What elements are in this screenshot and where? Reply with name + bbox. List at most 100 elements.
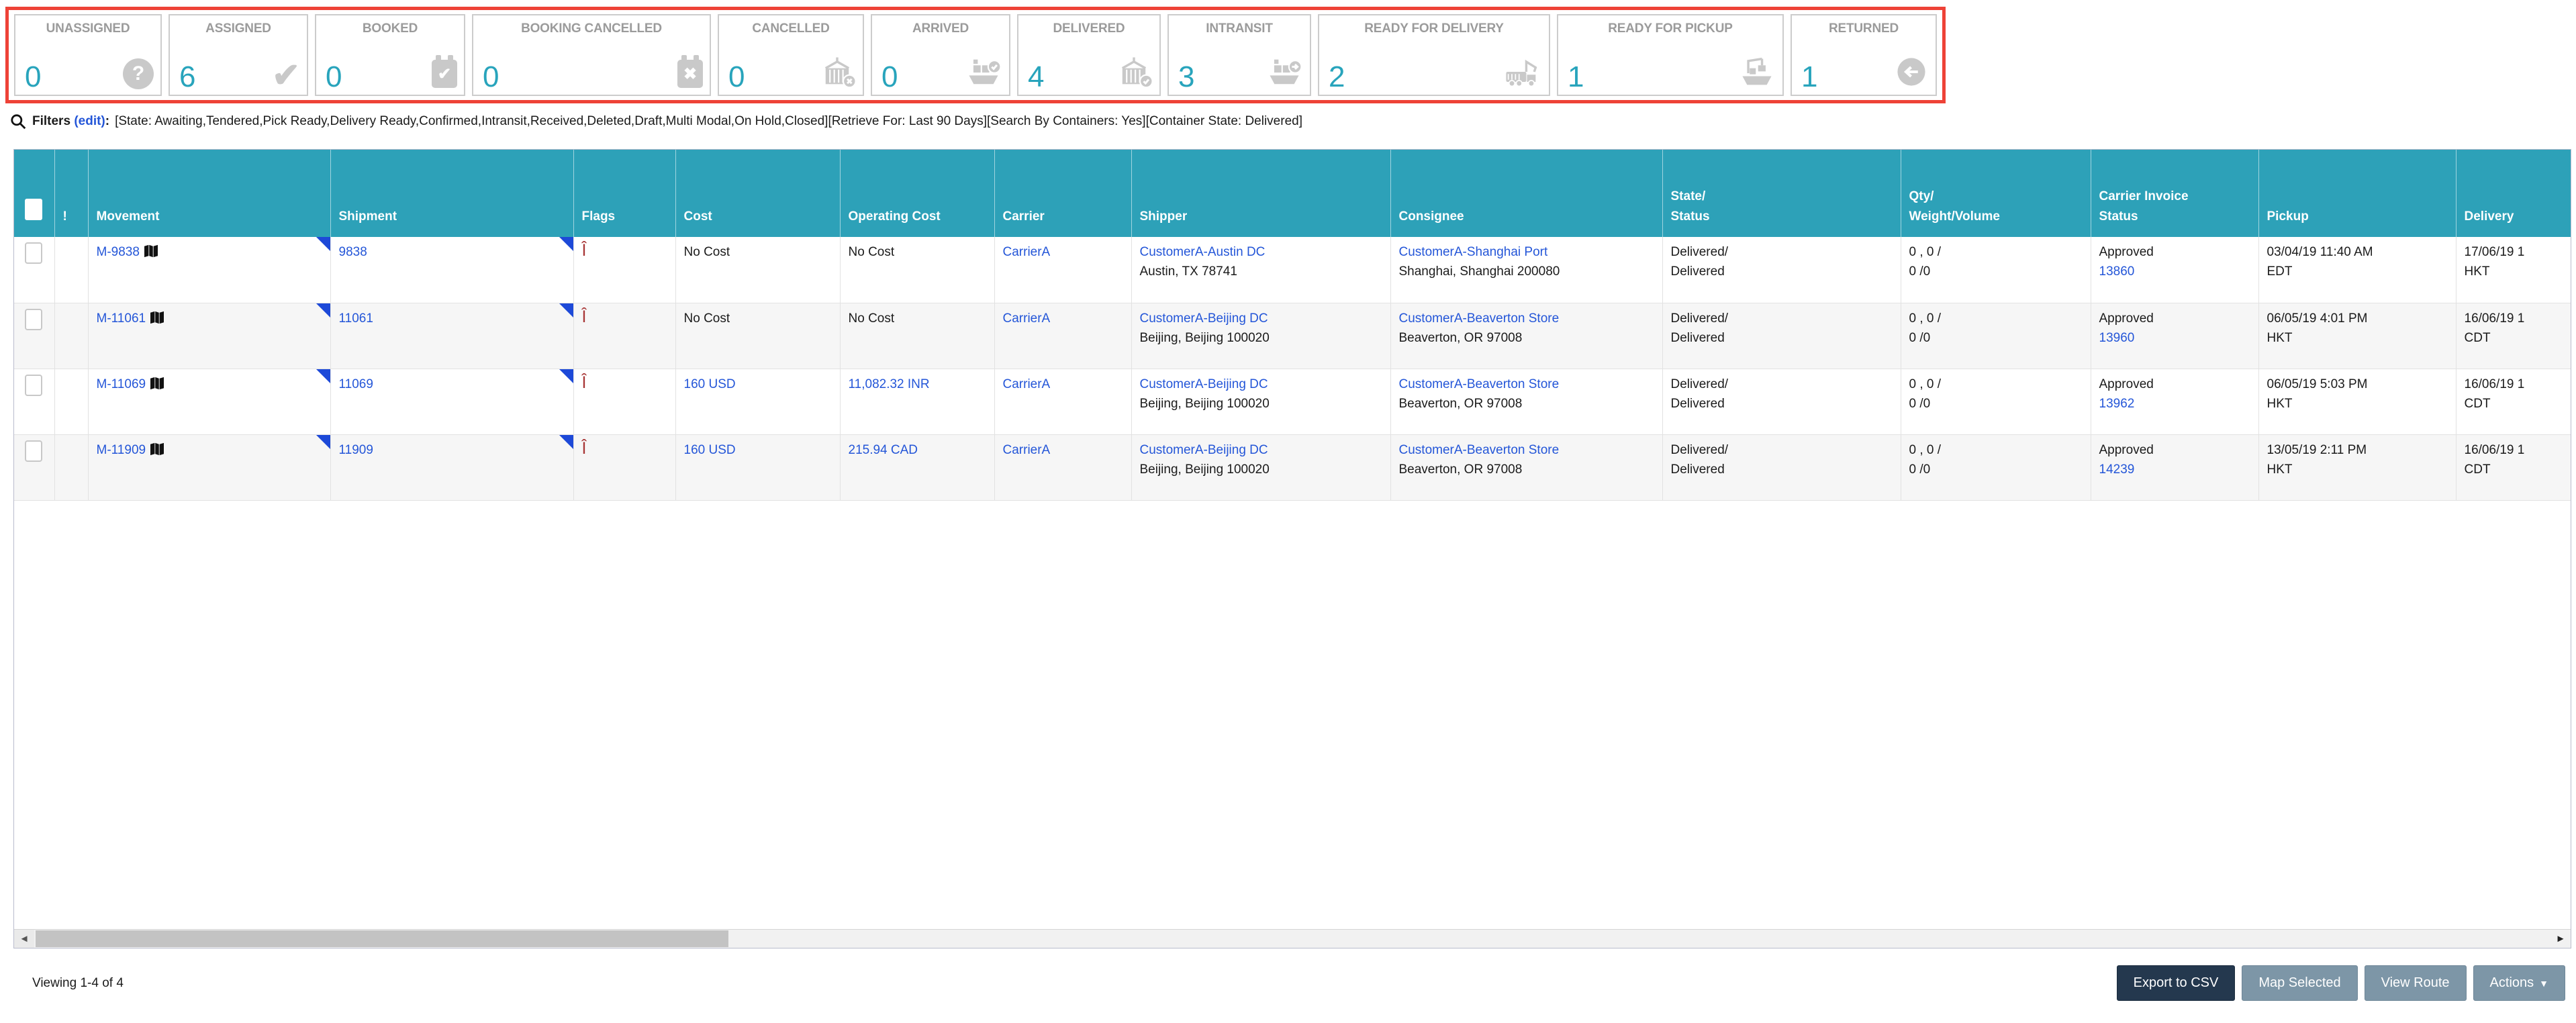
status-count: 3 bbox=[1178, 60, 1195, 93]
shipment-link[interactable]: 11069 bbox=[339, 377, 373, 391]
col-header-carrier[interactable]: Carrier bbox=[994, 150, 1132, 237]
movement-link[interactable]: M-11909 bbox=[97, 443, 146, 457]
col-header-flags[interactable]: Flags bbox=[573, 150, 676, 237]
ship-intransit-icon bbox=[1266, 54, 1303, 89]
actions-dropdown-button[interactable]: Actions ▼ bbox=[2473, 965, 2565, 1001]
status-box-arrived[interactable]: ARRIVED 0 bbox=[871, 14, 1010, 96]
alert-cell bbox=[54, 237, 89, 303]
operating-cost-cell: No Cost bbox=[840, 303, 995, 369]
col-header-delivery[interactable]: Delivery bbox=[2456, 150, 2571, 237]
movement-link[interactable]: M-9838 bbox=[97, 245, 140, 259]
col-header-qty-weight-volume[interactable]: Qty/Weight/Volume bbox=[1901, 150, 2091, 237]
cost-link[interactable]: 160 USD bbox=[684, 377, 736, 391]
status-box-booking-cancelled[interactable]: BOOKING CANCELLED 0 ✖ bbox=[472, 14, 711, 96]
col-header-state-status[interactable]: State/Status bbox=[1662, 150, 1901, 237]
carrier-link[interactable]: CarrierA bbox=[1003, 311, 1051, 326]
consignee-cell: CustomerA-Beaverton Store Beaverton, OR 9… bbox=[1390, 303, 1663, 369]
map-icon[interactable] bbox=[150, 377, 164, 390]
shipper-cell: CustomerA-Austin DC Austin, TX 78741 bbox=[1131, 237, 1391, 303]
status-box-delivered[interactable]: DELIVERED 4 bbox=[1017, 14, 1161, 96]
shipment-link[interactable]: 11909 bbox=[339, 443, 373, 457]
movement-link[interactable]: M-11069 bbox=[97, 377, 146, 391]
operating-cost-cell: 11,082.32 INR bbox=[840, 369, 995, 435]
status-box-cancelled[interactable]: CANCELLED 0 bbox=[718, 14, 864, 96]
row-checkbox[interactable] bbox=[25, 440, 42, 462]
col-header-shipment[interactable]: Shipment bbox=[330, 150, 574, 237]
carrier-link[interactable]: CarrierA bbox=[1003, 377, 1051, 391]
export-to-csv-button[interactable]: Export to CSV bbox=[2116, 965, 2236, 1001]
row-checkbox[interactable] bbox=[25, 308, 42, 330]
qty-weight-volume-cell: 0 , 0 /0 /0 bbox=[1901, 303, 2091, 369]
col-header-cost[interactable]: Cost bbox=[675, 150, 841, 237]
col-header-alert[interactable]: ! bbox=[54, 150, 89, 237]
status-count: 0 bbox=[483, 60, 499, 93]
carrier-link[interactable]: CarrierA bbox=[1003, 443, 1051, 457]
row-checkbox[interactable] bbox=[25, 374, 42, 396]
operating-cost-link[interactable]: 215.94 CAD bbox=[849, 443, 918, 457]
status-box-booked[interactable]: BOOKED 0 ✔ bbox=[315, 14, 465, 96]
status-box-assigned[interactable]: ASSIGNED 6 ✔ bbox=[169, 14, 308, 96]
invoice-link[interactable]: 13860 bbox=[2099, 264, 2135, 279]
invoice-link[interactable]: 14239 bbox=[2099, 462, 2135, 477]
map-icon[interactable] bbox=[150, 442, 164, 456]
flags-cell: Î bbox=[573, 369, 676, 435]
shipment-link[interactable]: 11061 bbox=[339, 311, 373, 326]
delivery-cell: 17/06/19 1 HKT bbox=[2456, 237, 2571, 303]
filters-edit-link[interactable]: (edit) bbox=[74, 114, 105, 128]
consignee-cell: CustomerA-Shanghai Port Shanghai, Shangha… bbox=[1390, 237, 1663, 303]
shipper-link[interactable]: CustomerA-Beijing DC bbox=[1140, 443, 1268, 457]
filters-summary: [State: Awaiting,Tendered,Pick Ready,Del… bbox=[115, 114, 1302, 128]
movement-link[interactable]: M-11061 bbox=[97, 311, 146, 326]
col-header-movement[interactable]: Movement bbox=[88, 150, 331, 237]
status-box-unassigned[interactable]: UNASSIGNED 0 ? bbox=[14, 14, 162, 96]
col-header-consignee[interactable]: Consignee bbox=[1390, 150, 1663, 237]
col-header-carrier-invoice-status[interactable]: Carrier Invoice Status bbox=[2091, 150, 2259, 237]
scroll-left-arrow-icon[interactable]: ◄ bbox=[14, 930, 34, 948]
consignee-link[interactable]: CustomerA-Shanghai Port bbox=[1399, 245, 1548, 259]
shipper-link[interactable]: CustomerA-Beijing DC bbox=[1140, 377, 1268, 391]
status-count: 0 bbox=[728, 60, 745, 93]
status-count: 0 bbox=[25, 60, 42, 93]
shipper-link[interactable]: CustomerA-Beijing DC bbox=[1140, 311, 1268, 326]
scroll-right-arrow-icon[interactable]: ► bbox=[2550, 930, 2571, 948]
select-all-header[interactable] bbox=[14, 150, 55, 237]
invoice-link[interactable]: 13960 bbox=[2099, 331, 2135, 345]
shipper-link[interactable]: CustomerA-Austin DC bbox=[1140, 245, 1266, 259]
flag-icon: Î bbox=[581, 438, 587, 458]
row-select-cell bbox=[14, 369, 55, 435]
filters-bar: Filters (edit): [State: Awaiting,Tendere… bbox=[9, 113, 1302, 130]
shipment-link[interactable]: 9838 bbox=[339, 245, 367, 259]
delivery-cell: 16/06/19 1 CDT bbox=[2456, 369, 2571, 435]
map-icon[interactable] bbox=[150, 311, 164, 324]
note-corner-icon bbox=[316, 434, 330, 449]
carrier-cell: CarrierA bbox=[994, 237, 1132, 303]
status-label: ASSIGNED bbox=[205, 21, 271, 36]
horizontal-scrollbar[interactable]: ◄ ► bbox=[14, 929, 2571, 948]
row-checkbox[interactable] bbox=[25, 242, 42, 264]
operating-cost-cell: No Cost bbox=[840, 237, 995, 303]
status-box-returned[interactable]: RETURNED 1 bbox=[1791, 14, 1937, 96]
shipment-cell: 9838 bbox=[330, 237, 574, 303]
col-header-pickup[interactable]: Pickup bbox=[2258, 150, 2456, 237]
view-route-button[interactable]: View Route bbox=[2364, 965, 2467, 1001]
select-all-checkbox[interactable] bbox=[25, 198, 42, 220]
cost-link[interactable]: 160 USD bbox=[684, 443, 736, 457]
carrier-link[interactable]: CarrierA bbox=[1003, 245, 1051, 259]
operating-cost-link[interactable]: 11,082.32 INR bbox=[849, 377, 930, 391]
status-count: 4 bbox=[1028, 60, 1045, 93]
flag-icon: Î bbox=[581, 307, 587, 326]
status-box-ready-for-pickup[interactable]: READY FOR PICKUP 1 bbox=[1557, 14, 1784, 96]
scrollbar-thumb[interactable] bbox=[36, 930, 728, 947]
map-selected-button[interactable]: Map Selected bbox=[2242, 965, 2358, 1001]
consignee-cell: CustomerA-Beaverton Store Beaverton, OR 9… bbox=[1390, 369, 1663, 435]
col-header-operating-cost[interactable]: Operating Cost bbox=[840, 150, 995, 237]
consignee-link[interactable]: CustomerA-Beaverton Store bbox=[1399, 377, 1560, 391]
consignee-link[interactable]: CustomerA-Beaverton Store bbox=[1399, 311, 1560, 326]
consignee-link[interactable]: CustomerA-Beaverton Store bbox=[1399, 443, 1560, 457]
col-header-shipper[interactable]: Shipper bbox=[1131, 150, 1391, 237]
map-icon[interactable] bbox=[144, 244, 158, 258]
status-box-intransit[interactable]: INTRANSIT 3 bbox=[1167, 14, 1311, 96]
status-box-ready-for-delivery[interactable]: READY FOR DELIVERY 2 bbox=[1318, 14, 1550, 96]
carrier-invoice-cell: Approved 14239 bbox=[2091, 434, 2259, 501]
invoice-link[interactable]: 13962 bbox=[2099, 397, 2135, 411]
